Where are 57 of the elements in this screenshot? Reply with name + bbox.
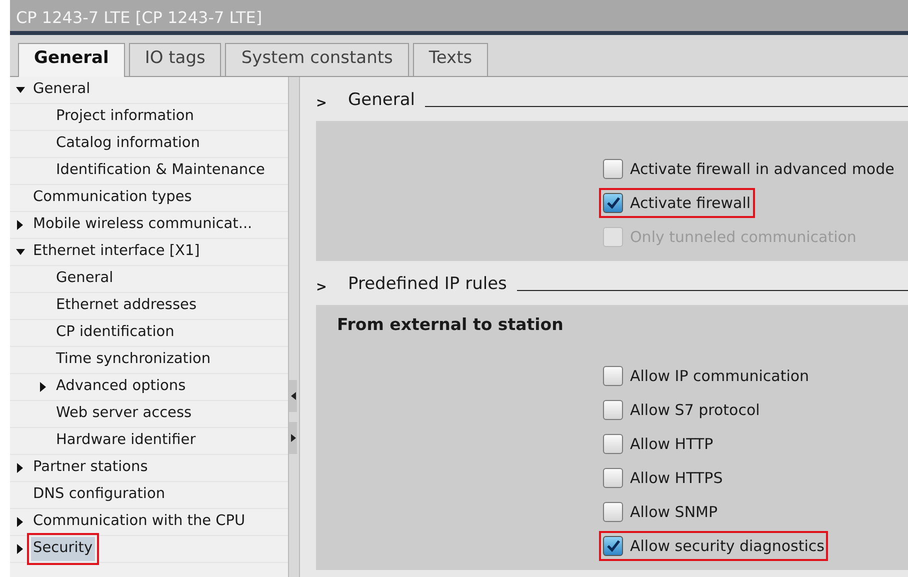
tree-item[interactable]: Project information [54, 105, 196, 129]
tab[interactable]: General [18, 43, 125, 77]
expanded-caret-icon[interactable] [16, 247, 25, 257]
expand-toggle[interactable]: > [316, 94, 348, 113]
tab[interactable]: IO tags [128, 43, 222, 76]
checkbox-label[interactable]: Allow S7 protocol [630, 398, 760, 421]
collapsed-caret-icon[interactable] [16, 220, 25, 230]
tree-item[interactable]: CP identification [54, 321, 176, 345]
checkbox-label[interactable]: Allow IP communication [630, 364, 810, 387]
collapsed-caret-icon[interactable] [16, 463, 25, 473]
tree-item[interactable]: General [54, 267, 116, 291]
tab[interactable]: Texts [412, 43, 488, 76]
collapsed-caret-icon[interactable] [39, 382, 48, 392]
checkbox-label[interactable]: Allow HTTP [630, 432, 714, 455]
tree-item[interactable]: Ethernet addresses [54, 294, 199, 318]
right-arrow-icon [290, 434, 296, 442]
checkmark-icon [606, 197, 620, 209]
tree-item[interactable]: Security [31, 537, 95, 561]
checkbox[interactable] [603, 366, 623, 386]
section-title: General [348, 88, 416, 112]
tree-item[interactable]: Time synchronization [54, 348, 213, 372]
checkbox-label[interactable]: Allow SNMP [630, 500, 718, 523]
tree-item[interactable]: Web server access [54, 402, 194, 426]
tree-item[interactable]: Hardware identifier [54, 429, 198, 453]
expand-right-button[interactable] [289, 422, 297, 454]
window-title: CP 1243-7 LTE [CP 1243-7 LTE] [10, 0, 908, 35]
collapsed-caret-icon[interactable] [16, 544, 25, 554]
tree-item[interactable]: DNS configuration [31, 483, 168, 507]
left-arrow-icon [290, 392, 296, 400]
collapsed-caret-icon[interactable] [16, 517, 25, 527]
tree-item[interactable]: Catalog information [54, 132, 202, 156]
expand-toggle[interactable]: > [316, 278, 348, 297]
expanded-caret-icon[interactable] [16, 85, 25, 95]
checkbox-label[interactable]: Activate firewall in advanced mode [630, 158, 894, 180]
tree-item[interactable]: Advanced options [54, 375, 188, 399]
tree-item[interactable]: General [31, 78, 92, 102]
tree-item[interactable]: Mobile wireless communicat... [31, 213, 254, 237]
subsection-title: From external to station [336, 314, 564, 336]
tree-item[interactable]: Partner stations [31, 456, 150, 480]
checkbox[interactable] [603, 400, 623, 420]
checkbox[interactable] [603, 434, 623, 454]
checkbox-label[interactable]: Allow HTTPS [630, 466, 723, 489]
checkmark-icon [606, 540, 620, 552]
checkbox-label[interactable]: Activate firewall [630, 192, 751, 214]
tree-item[interactable]: Communication types [31, 186, 194, 210]
tree-item[interactable]: Identification & Maintenance [54, 159, 267, 183]
tree-item[interactable]: Ethernet interface [X1] [31, 240, 202, 264]
checkbox-label[interactable]: Allow security diagnostics [630, 534, 824, 557]
checkbox[interactable] [603, 502, 623, 522]
checkbox[interactable] [603, 468, 623, 488]
collapse-left-button[interactable] [289, 380, 297, 412]
tree-item[interactable]: Communication with the CPU [31, 510, 248, 534]
section-title: Predefined IP rules [348, 272, 508, 296]
checkbox[interactable] [603, 193, 623, 213]
checkbox[interactable] [603, 536, 623, 556]
tab[interactable]: System constants [225, 43, 409, 76]
checkbox[interactable] [603, 159, 623, 179]
